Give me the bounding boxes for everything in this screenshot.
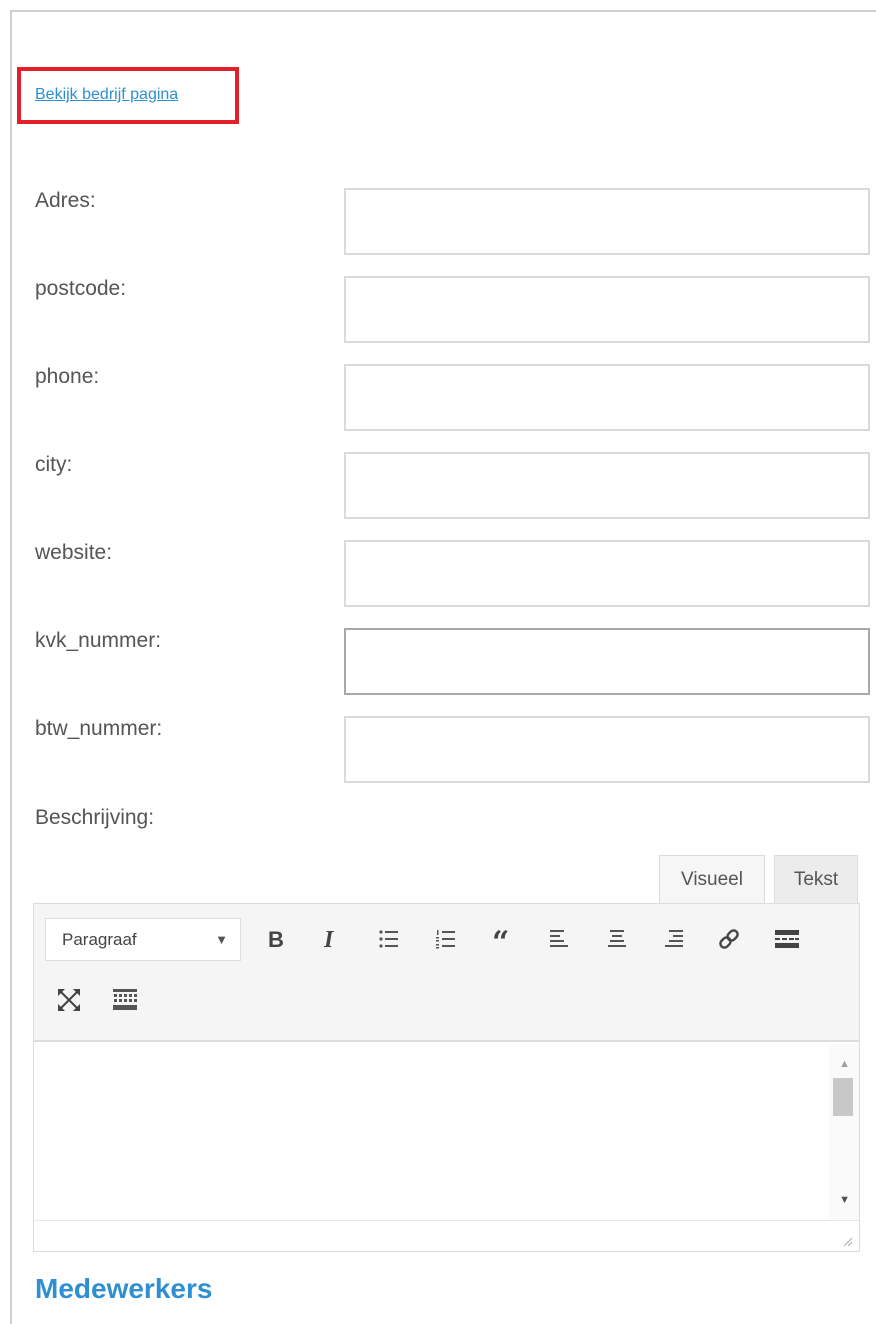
link-icon [719, 929, 739, 949]
chevron-down-icon: ▼ [215, 932, 228, 947]
city-label: city: [35, 453, 73, 476]
bullet-list-button[interactable] [370, 920, 408, 958]
scrollbar-thumb[interactable] [833, 1078, 853, 1116]
italic-icon: I [323, 927, 335, 951]
section-title-medewerkers: Medewerkers [35, 1273, 213, 1304]
align-left-button[interactable] [540, 920, 578, 958]
align-center-button[interactable] [598, 920, 636, 958]
read-more-icon [775, 930, 799, 948]
btw-nummer-label: btw_nummer: [35, 717, 163, 740]
postcode-label: postcode: [35, 277, 127, 300]
editor-content-area[interactable]: ▲ ▼ [34, 1044, 859, 1220]
bold-button[interactable]: B [256, 920, 294, 958]
website-input[interactable] [344, 540, 870, 607]
phone-label: phone: [35, 365, 100, 388]
btw-nummer-input[interactable] [344, 716, 870, 783]
svg-text:I: I [323, 927, 335, 951]
editor-toolbar: Paragraaf ▼ B I “ [34, 904, 859, 1042]
bullet-list-icon [379, 930, 398, 948]
read-more-button[interactable] [768, 920, 806, 958]
blockquote-icon: “ [492, 928, 509, 950]
svg-text:“: “ [492, 928, 509, 950]
rich-text-editor: Paragraaf ▼ B I “ ▲ ▼ [33, 903, 860, 1252]
postcode-input[interactable] [344, 276, 870, 343]
toolbar-toggle-icon [113, 989, 137, 1010]
city-input[interactable] [344, 452, 870, 519]
numbered-list-icon [436, 930, 455, 949]
italic-button[interactable]: I [312, 920, 350, 958]
format-select[interactable]: Paragraaf ▼ [45, 918, 241, 961]
website-label: website: [35, 541, 113, 564]
kvk-nummer-label: kvk_nummer: [35, 629, 162, 652]
tab-visual[interactable]: Visueel [659, 855, 765, 904]
adres-input[interactable] [344, 188, 870, 255]
scroll-up-icon[interactable]: ▲ [839, 1058, 850, 1070]
editor-scrollbar[interactable]: ▲ ▼ [829, 1044, 859, 1220]
toolbar-toggle-button[interactable] [106, 981, 144, 1019]
resize-handle-icon[interactable] [841, 1235, 853, 1247]
insert-link-button[interactable] [710, 920, 748, 958]
kvk-nummer-input[interactable] [344, 628, 870, 695]
phone-input[interactable] [344, 364, 870, 431]
scroll-down-icon[interactable]: ▼ [839, 1194, 850, 1206]
svg-text:B: B [268, 927, 284, 951]
description-label: Beschrijving: [35, 806, 155, 829]
blockquote-button[interactable]: “ [484, 920, 522, 958]
adres-label: Adres: [35, 189, 96, 212]
format-select-value: Paragraaf [62, 929, 137, 949]
align-right-button[interactable] [655, 920, 693, 958]
numbered-list-button[interactable] [427, 920, 465, 958]
editor-statusbar [34, 1220, 859, 1251]
tab-text[interactable]: Tekst [774, 855, 858, 904]
fullscreen-icon [58, 989, 80, 1011]
view-company-page-link[interactable]: Bekijk bedrijf pagina [35, 86, 178, 104]
bold-icon: B [268, 927, 284, 951]
fullscreen-button[interactable] [50, 981, 88, 1019]
align-left-icon [550, 930, 568, 947]
align-center-icon [608, 930, 626, 947]
align-right-icon [665, 930, 683, 947]
